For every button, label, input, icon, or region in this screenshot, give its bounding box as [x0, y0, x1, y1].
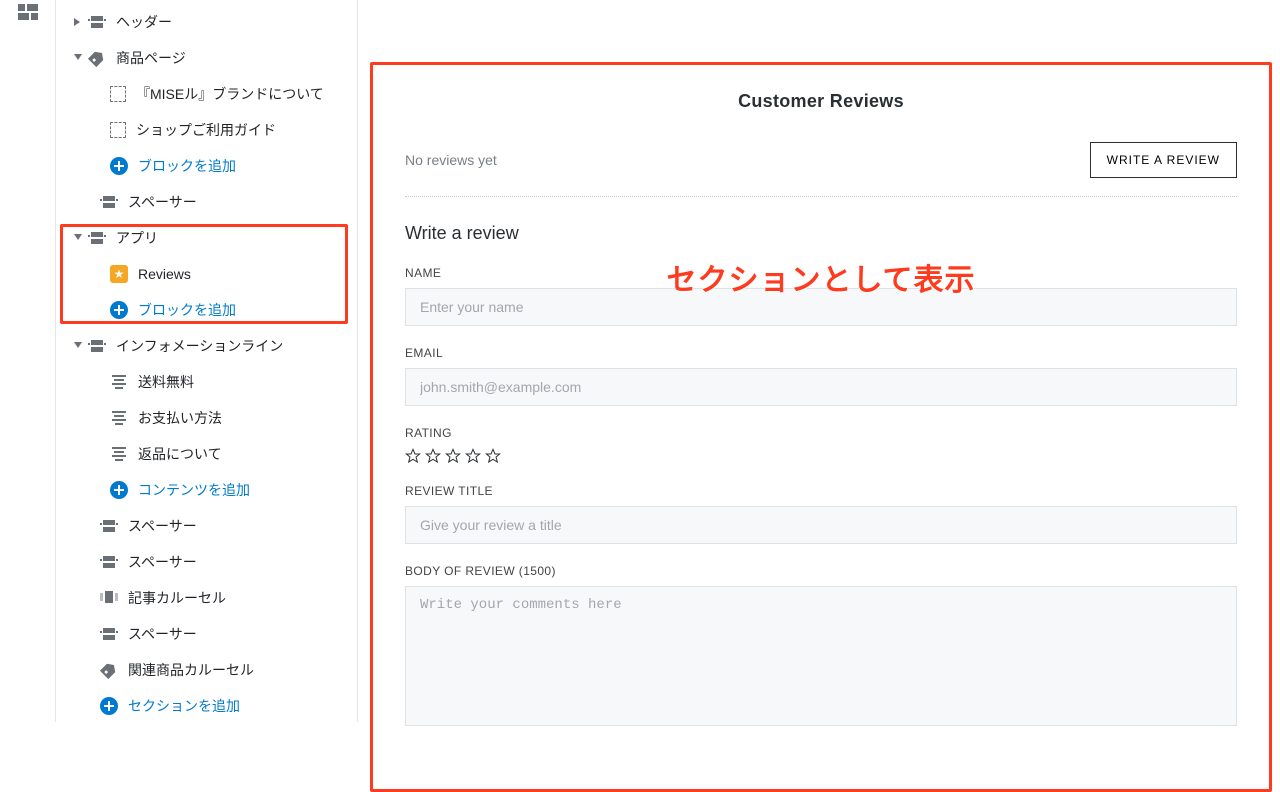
sidebar-item-related-carousel[interactable]: 関連商品カルーセル [64, 652, 357, 688]
frame-icon [110, 86, 126, 102]
sidebar-item-add-block-apps[interactable]: ブロックを追加 [64, 292, 357, 328]
plus-icon [110, 301, 128, 319]
sidebar-item-label: 送料無料 [138, 372, 194, 392]
sidebar-item-label: コンテンツを追加 [138, 480, 250, 500]
label-name: NAME [405, 266, 1237, 280]
label-email: EMAIL [405, 346, 1237, 360]
reviews-heading: Customer Reviews [405, 91, 1237, 112]
no-reviews-text: No reviews yet [405, 152, 497, 168]
sidebar-item-label: 商品ページ [116, 48, 186, 68]
star-icon[interactable] [465, 448, 481, 464]
text-icon [110, 373, 128, 391]
sidebar-item-label: Reviews [138, 266, 191, 282]
sidebar-item-label: ヘッダー [116, 12, 172, 32]
sidebar-item-apps[interactable]: アプリ [64, 220, 357, 256]
sidebar-item-label: お支払い方法 [138, 408, 222, 428]
review-title-input[interactable] [405, 506, 1237, 544]
sidebar-item-add-content[interactable]: コンテンツを追加 [64, 472, 357, 508]
rating-stars[interactable] [405, 448, 1237, 464]
sidebar-item-spacer[interactable]: スペーサー [64, 184, 357, 220]
sidebar-item-header[interactable]: ヘッダー [64, 4, 357, 40]
sidebar-item-label: インフォメーションライン [116, 336, 283, 356]
sidebar-item-label: 記事カルーセル [128, 588, 226, 608]
sidebar-item-spacer[interactable]: スペーサー [64, 616, 357, 652]
sidebar-item-return[interactable]: 返品について [64, 436, 357, 472]
star-icon: ★ [110, 265, 128, 283]
tag-icon [100, 661, 118, 679]
label-review-title: REVIEW TITLE [405, 484, 1237, 498]
review-body-textarea[interactable] [405, 586, 1237, 726]
plus-icon [110, 157, 128, 175]
write-review-button[interactable]: WRITE A REVIEW [1090, 142, 1237, 178]
section-icon [100, 625, 118, 643]
sidebar-item-label: スペーサー [128, 516, 197, 536]
plus-icon [110, 481, 128, 499]
sidebar-item-label: ブロックを追加 [138, 300, 236, 320]
mini-rail [0, 0, 56, 722]
sidebar: ヘッダー 商品ページ 『MISEル』ブランドについて ショップご利用ガイド ブロ… [56, 0, 358, 722]
app-root: ヘッダー 商品ページ 『MISEル』ブランドについて ショップご利用ガイド ブロ… [0, 0, 1280, 722]
preview-pane: Customer Reviews No reviews yet WRITE A … [358, 0, 1280, 722]
chevron-down-icon [74, 342, 82, 350]
sidebar-item-add-section[interactable]: セクションを追加 [64, 688, 357, 722]
sidebar-item-label: アプリ [116, 228, 158, 248]
text-icon [110, 445, 128, 463]
sidebar-item-product-page[interactable]: 商品ページ [64, 40, 357, 76]
sidebar-item-freeship[interactable]: 送料無料 [64, 364, 357, 400]
chevron-down-icon [74, 54, 82, 62]
email-input[interactable] [405, 368, 1237, 406]
star-icon[interactable] [405, 448, 421, 464]
sidebar-item-label: 『MISEル』ブランドについて [136, 84, 324, 104]
section-icon [100, 553, 118, 571]
sidebar-item-reviews[interactable]: ★ Reviews [64, 256, 357, 292]
text-icon [110, 409, 128, 427]
section-icon [100, 517, 118, 535]
chevron-right-icon [74, 18, 82, 26]
sidebar-item-spacer[interactable]: スペーサー [64, 508, 357, 544]
label-rating: RATING [405, 426, 1237, 440]
sidebar-item-label: 関連商品カルーセル [128, 660, 254, 680]
star-icon[interactable] [445, 448, 461, 464]
sidebar-item-add-block[interactable]: ブロックを追加 [64, 148, 357, 184]
sidebar-item-information-line[interactable]: インフォメーションライン [64, 328, 357, 364]
star-icon[interactable] [425, 448, 441, 464]
separator [405, 196, 1237, 197]
section-icon [88, 13, 106, 31]
carousel-icon [100, 591, 118, 605]
sidebar-item-label: ブロックを追加 [138, 156, 236, 176]
sidebar-item-article-carousel[interactable]: 記事カルーセル [64, 580, 357, 616]
sidebar-item-spacer[interactable]: スペーサー [64, 544, 357, 580]
section-icon [100, 193, 118, 211]
section-icon [88, 229, 106, 247]
form-heading: Write a review [405, 223, 1237, 244]
section-icon [88, 337, 106, 355]
preview-highlight-box: Customer Reviews No reviews yet WRITE A … [370, 62, 1272, 792]
chevron-down-icon [74, 234, 82, 242]
sidebar-item-label: 返品について [138, 444, 222, 464]
plus-icon [100, 697, 118, 715]
sidebar-item-label: スペーサー [128, 552, 197, 572]
sidebar-item-brand[interactable]: 『MISEル』ブランドについて [64, 76, 357, 112]
frame-icon [110, 122, 126, 138]
sidebar-item-label: スペーサー [128, 624, 197, 644]
sidebar-item-guide[interactable]: ショップご利用ガイド [64, 112, 357, 148]
dashboard-icon[interactable] [18, 4, 38, 22]
sidebar-item-label: スペーサー [128, 192, 197, 212]
tag-icon [88, 49, 106, 67]
star-icon[interactable] [485, 448, 501, 464]
label-review-body: BODY OF REVIEW (1500) [405, 564, 1237, 578]
sidebar-item-label: セクションを追加 [128, 696, 240, 716]
sidebar-item-label: ショップご利用ガイド [136, 120, 276, 140]
name-input[interactable] [405, 288, 1237, 326]
sidebar-item-payment[interactable]: お支払い方法 [64, 400, 357, 436]
